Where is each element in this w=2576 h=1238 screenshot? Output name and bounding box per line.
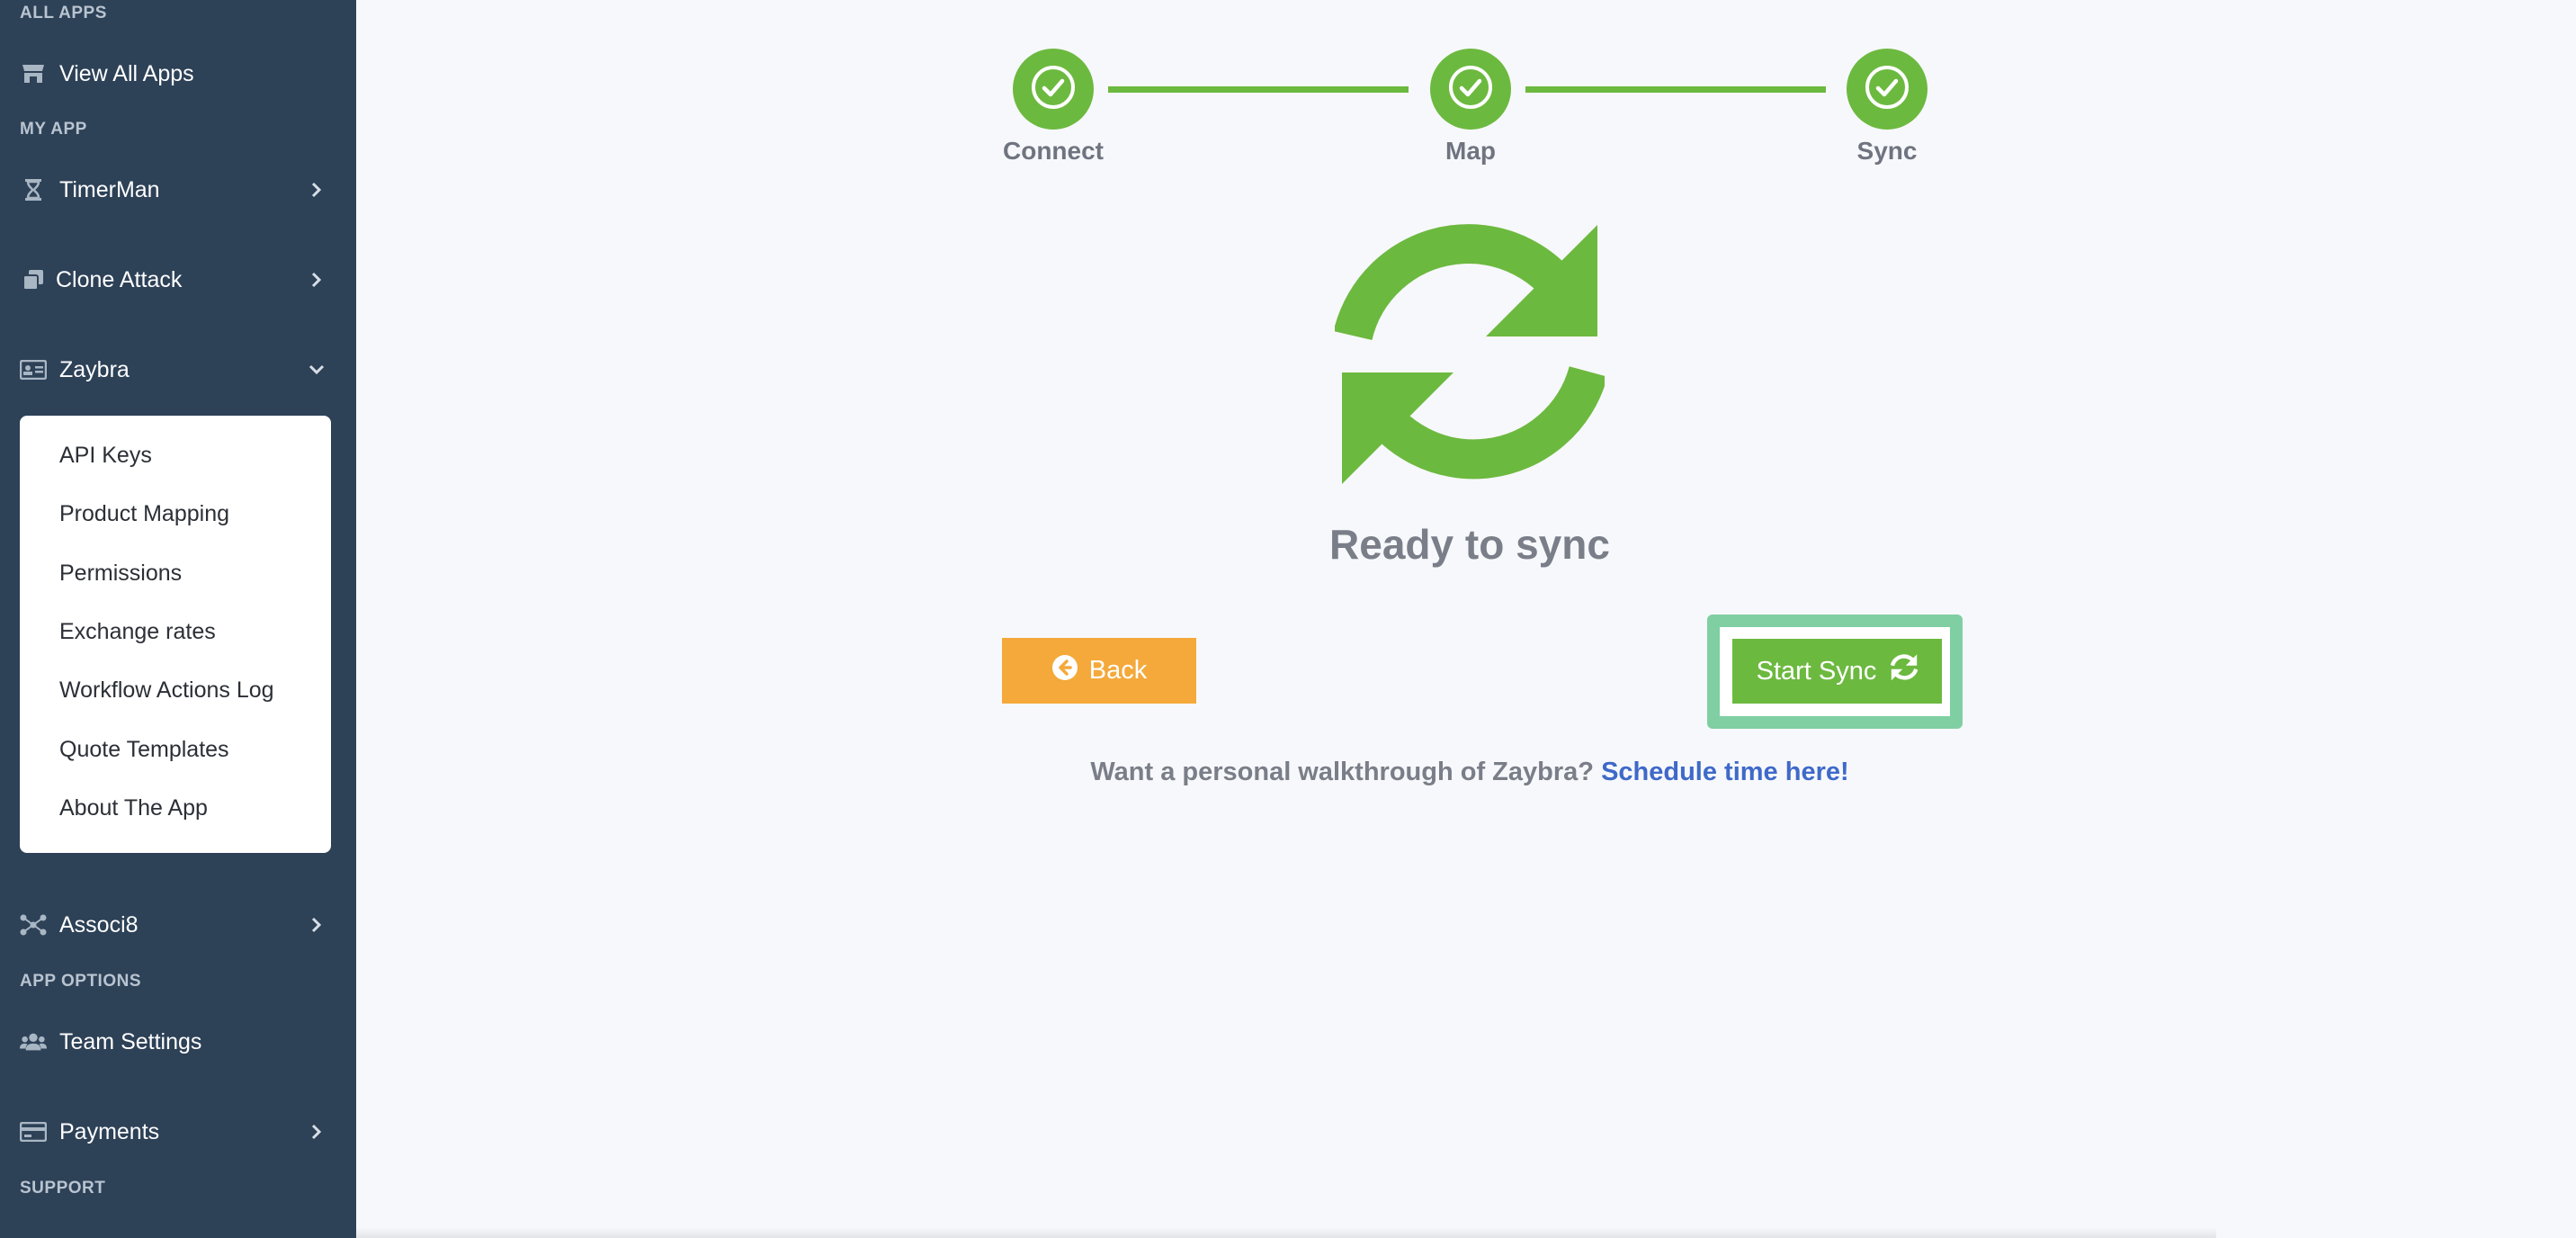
sidebar: ALL APPS View All Apps MY APP TimerMan C… (0, 0, 356, 1238)
section-header-my-app: MY APP (20, 120, 87, 139)
network-icon (20, 911, 47, 938)
sidebar-item-clone-attack[interactable]: Clone Attack (0, 253, 356, 307)
step-label-connect: Connect (1003, 137, 1104, 165)
copy-icon (20, 266, 47, 293)
zaybra-submenu: API Keys Product Mapping Permissions Exc… (20, 416, 331, 853)
chevron-right-icon (308, 181, 326, 199)
section-header-app-options: APP OPTIONS (20, 972, 142, 991)
step-connector (1525, 86, 1826, 93)
sidebar-item-view-all-apps[interactable]: View All Apps (0, 47, 356, 101)
step-connector (1108, 86, 1409, 93)
users-icon (20, 1028, 47, 1055)
section-header-all-apps: ALL APPS (20, 4, 107, 22)
submenu-item-quote-templates[interactable]: Quote Templates (59, 737, 229, 763)
sidebar-item-label: Team Settings (59, 1028, 202, 1054)
walkthrough-prompt: Want a personal walkthrough of Zaybra? (1090, 758, 1594, 786)
submenu-item-exchange-rates[interactable]: Exchange rates (59, 619, 216, 645)
sidebar-item-zaybra[interactable]: Zaybra (0, 343, 356, 397)
chevron-down-icon (308, 361, 326, 379)
walkthrough-text: Want a personal walkthrough of Zaybra? S… (1047, 758, 1892, 787)
chevron-right-icon (308, 1123, 326, 1141)
sidebar-item-label: Zaybra (59, 356, 130, 382)
step-label-sync: Sync (1856, 137, 1918, 165)
back-button-label: Back (1088, 656, 1148, 685)
sidebar-item-label: Clone Attack (56, 266, 183, 292)
store-icon (20, 60, 47, 87)
page-title: Ready to sync (1329, 521, 1610, 568)
sidebar-item-label: View All Apps (59, 60, 194, 86)
id-card-icon (20, 356, 47, 383)
submenu-item-workflow-actions-log[interactable]: Workflow Actions Log (59, 677, 274, 704)
step-label-map: Map (1445, 137, 1496, 165)
submenu-item-permissions[interactable]: Permissions (59, 561, 182, 587)
sidebar-item-label: Associ8 (59, 911, 139, 937)
main-content (356, 0, 2576, 1238)
sync-icon (1891, 654, 1919, 688)
chevron-right-icon (308, 271, 326, 289)
start-sync-button[interactable]: Start Sync (1732, 639, 1942, 704)
step-connect-complete (1013, 49, 1094, 130)
submenu-item-api-keys[interactable]: API Keys (59, 443, 152, 469)
sidebar-item-team-settings[interactable]: Team Settings (0, 1015, 356, 1069)
submenu-item-product-mapping[interactable]: Product Mapping (59, 501, 229, 527)
sidebar-item-label: Payments (59, 1118, 160, 1144)
chevron-right-icon (308, 916, 326, 934)
hourglass-icon (20, 176, 47, 203)
arrow-circle-left-icon (1051, 654, 1078, 688)
sync-icon (1333, 221, 1608, 491)
sidebar-item-payments[interactable]: Payments (0, 1105, 356, 1159)
check-circle-icon (1029, 63, 1078, 116)
start-sync-label: Start Sync (1756, 656, 1877, 686)
schedule-time-link[interactable]: Schedule time here! (1601, 758, 1849, 786)
sidebar-item-timerman[interactable]: TimerMan (0, 163, 356, 217)
check-circle-icon (1446, 63, 1495, 116)
submenu-item-about-the-app[interactable]: About The App (59, 795, 208, 821)
bottom-shadow (356, 1227, 2216, 1238)
section-header-support: SUPPORT (20, 1179, 106, 1198)
step-map-complete (1430, 49, 1511, 130)
back-button[interactable]: Back (1002, 638, 1196, 704)
sidebar-item-label: TimerMan (59, 176, 160, 202)
step-sync-complete (1847, 49, 1928, 130)
sidebar-item-associ8[interactable]: Associ8 (0, 898, 356, 952)
check-circle-icon (1863, 63, 1911, 116)
credit-card-icon (20, 1118, 47, 1145)
